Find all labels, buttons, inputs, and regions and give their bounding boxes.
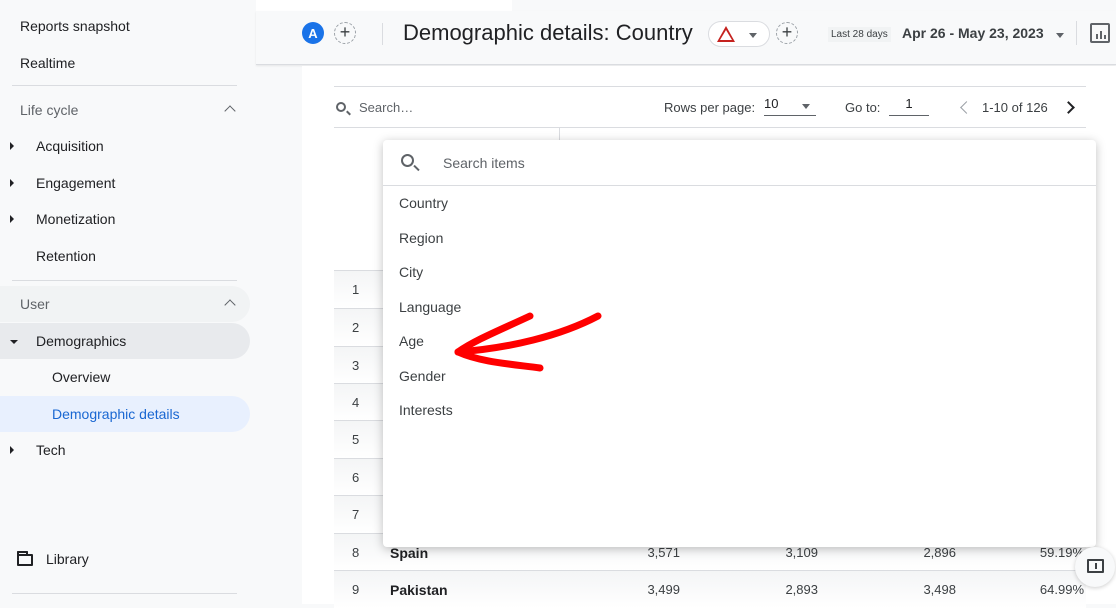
nav-label: Retention (36, 248, 96, 264)
dropdown-search[interactable]: Search items (383, 140, 1096, 186)
search-items-input[interactable]: Search items (443, 155, 525, 171)
search-icon (336, 102, 346, 112)
nav-monetization[interactable]: Monetization (0, 201, 250, 237)
comparison-avatar[interactable]: A (302, 22, 324, 44)
item-label: City (399, 264, 424, 280)
country-cell[interactable]: Pakistan (390, 582, 448, 598)
caret-right-icon (10, 142, 14, 150)
divider (1076, 21, 1077, 45)
section-user[interactable]: User (0, 286, 250, 322)
nav-label: Engagement (36, 175, 116, 191)
section-life-cycle[interactable]: Life cycle (0, 92, 250, 128)
feedback-icon (1087, 559, 1104, 573)
report-header: A + Demographic details: Country + Last … (256, 11, 1116, 65)
divider (12, 593, 237, 594)
row-index: 8 (352, 545, 360, 560)
nav-engagement[interactable]: Engagement (0, 165, 250, 201)
add-filter-button[interactable]: + (776, 22, 798, 44)
row-index: 1 (352, 282, 360, 297)
date-preset-label: Last 28 days (828, 27, 891, 42)
section-title: Life cycle (20, 102, 79, 118)
dropdown-item-city[interactable]: City (383, 256, 1096, 290)
dropdown-item-region[interactable]: Region (383, 222, 1096, 256)
rows-per-page-label: Rows per page: (664, 100, 756, 115)
nav-reports-snapshot[interactable]: Reports snapshot (0, 8, 250, 44)
metric-cell: 64.99% (1039, 582, 1084, 597)
sidebar: Reports snapshot Realtime Life cycle Acq… (0, 0, 255, 604)
metric-cell: 3,109 (785, 545, 818, 560)
nav-label: Acquisition (36, 138, 104, 154)
metric-cell: 2,893 (785, 582, 818, 597)
page-range: 1-10 of 126 (982, 100, 1048, 115)
annotation-arrow-icon (454, 312, 602, 372)
row-index: 6 (352, 470, 360, 485)
row-index: 7 (352, 507, 360, 522)
dropdown-item-interests[interactable]: Interests (383, 394, 1096, 428)
country-cell[interactable]: Spain (390, 545, 428, 561)
nav-demographic-details[interactable]: Demographic details (0, 396, 250, 432)
item-label: Country (399, 195, 449, 211)
goto-label: Go to: (845, 100, 881, 115)
row-index: 3 (352, 358, 360, 373)
divider (12, 280, 237, 281)
search-icon (401, 154, 414, 167)
caret-right-icon (10, 446, 14, 454)
folder-icon (17, 551, 33, 566)
divider (12, 85, 237, 86)
date-range-picker[interactable]: Apr 26 - May 23, 2023 (902, 25, 1044, 41)
nav-overview[interactable]: Overview (0, 359, 250, 395)
caret-down-icon (10, 339, 18, 344)
warning-icon (717, 26, 735, 42)
top-bar-strip (256, 0, 512, 11)
item-label: Gender (399, 368, 446, 384)
table-row[interactable]: 9 Pakistan 3,499 2,893 3,498 64.99% (334, 570, 1086, 608)
metric-cell: 3,499 (647, 582, 680, 597)
dimension-selector-chip[interactable] (708, 21, 770, 47)
metric-cell: 3,571 (647, 545, 680, 560)
add-comparison-button[interactable]: + (334, 22, 356, 44)
caret-right-icon (10, 179, 14, 187)
table-search-input[interactable]: Search… (359, 100, 413, 115)
nav-label: Demographic details (52, 406, 180, 422)
divider (382, 23, 383, 45)
dropdown-item-country[interactable]: Country (383, 187, 1096, 221)
caret-right-icon (10, 215, 14, 223)
nav-acquisition[interactable]: Acquisition (0, 128, 250, 164)
nav-realtime[interactable]: Realtime (0, 45, 250, 81)
row-index: 5 (352, 432, 360, 447)
row-index: 2 (352, 320, 360, 335)
dropdown-arrow-icon[interactable] (1056, 33, 1064, 38)
section-title: User (20, 296, 50, 312)
next-page-icon[interactable] (1062, 101, 1075, 114)
feedback-button[interactable] (1075, 547, 1115, 587)
nav-label: Reports snapshot (20, 18, 130, 34)
nav-label: Overview (52, 369, 111, 385)
metric-cell: 3,498 (923, 582, 956, 597)
chevron-up-icon (224, 105, 236, 117)
page-title: Demographic details: Country (403, 20, 693, 45)
dropdown-arrow-icon (749, 33, 757, 38)
previous-page-icon[interactable] (960, 101, 973, 114)
nav-retention[interactable]: Retention (0, 238, 250, 274)
divider (334, 86, 1086, 87)
chevron-up-icon (224, 299, 236, 311)
row-index: 4 (352, 395, 360, 410)
goto-page-input[interactable]: 1 (889, 96, 929, 116)
item-label: Interests (399, 402, 453, 418)
item-label: Region (399, 230, 444, 246)
nav-label: Tech (36, 442, 66, 458)
nav-label: Demographics (36, 333, 127, 349)
nav-demographics[interactable]: Demographics (0, 323, 250, 359)
nav-label: Realtime (20, 55, 76, 71)
row-index: 9 (352, 582, 360, 597)
nav-tech[interactable]: Tech (0, 432, 250, 468)
customize-report-icon[interactable] (1090, 23, 1110, 43)
nav-label: Library (46, 551, 89, 567)
metric-cell: 2,896 (923, 545, 956, 560)
nav-library[interactable]: Library (0, 541, 250, 577)
item-label: Age (399, 333, 424, 349)
dropdown-arrow-icon (802, 104, 810, 109)
nav-label: Monetization (36, 211, 116, 227)
